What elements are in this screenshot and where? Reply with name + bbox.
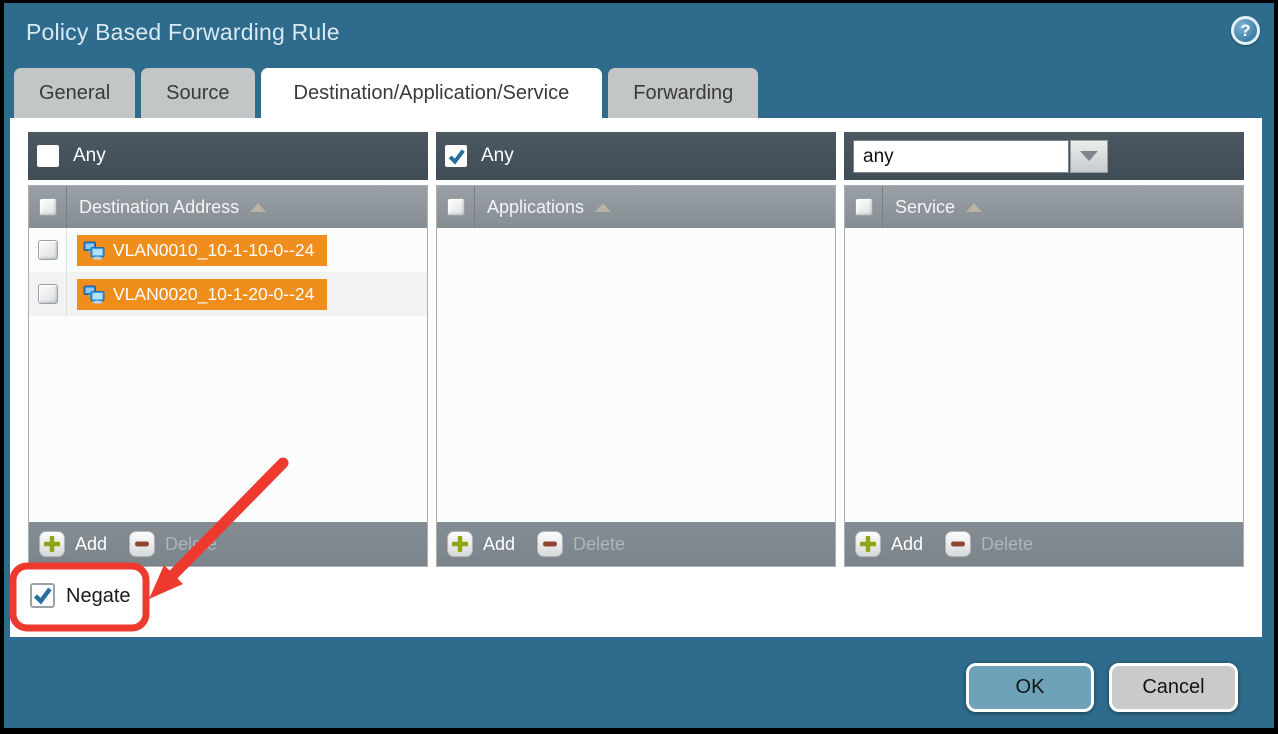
add-button[interactable] [447, 531, 473, 557]
plus-icon [452, 536, 468, 552]
chevron-down-icon [1080, 151, 1098, 161]
sort-ascending-icon [250, 203, 266, 212]
destination-address-panel: Any Destination Address [28, 132, 428, 567]
destination-column-header[interactable]: Destination Address [29, 186, 427, 228]
ok-button[interactable]: OK [966, 663, 1094, 712]
sort-ascending-icon [966, 203, 982, 212]
service-column-label: Service [895, 197, 955, 218]
minus-icon [950, 541, 966, 547]
row-checkbox-cell [29, 272, 67, 316]
sort-ascending-icon [595, 203, 611, 212]
applications-any-checkbox[interactable] [445, 145, 467, 167]
applications-list [437, 228, 835, 522]
cancel-button[interactable]: Cancel [1109, 663, 1238, 712]
delete-button[interactable] [945, 531, 971, 557]
service-table: Service Add Delete [844, 185, 1244, 567]
destination-table: Destination Address VLAN0010 [28, 185, 428, 567]
destination-any-bar: Any [28, 132, 428, 180]
address-object-chip[interactable]: VLAN0020_10-1-20-0--24 [77, 279, 327, 310]
destination-header-checkbox-cell [29, 186, 67, 228]
address-object-chip[interactable]: VLAN0010_10-1-10-0--24 [77, 235, 327, 266]
table-row: VLAN0010_10-1-10-0--24 [29, 228, 427, 272]
service-dropdown-bar: any [844, 132, 1244, 180]
applications-column-label: Applications [487, 197, 584, 218]
service-panel: any Service Add [844, 132, 1244, 567]
applications-header-checkbox-cell [437, 186, 475, 228]
network-address-icon [83, 241, 105, 260]
help-icon[interactable]: ? [1231, 16, 1260, 45]
service-dropdown-value[interactable]: any [853, 140, 1069, 173]
network-address-icon [83, 285, 105, 304]
negate-label: Negate [66, 585, 131, 608]
service-dropdown-button[interactable] [1070, 140, 1108, 173]
tab-general[interactable]: General [14, 68, 135, 118]
tab-bar: General Source Destination/Application/S… [14, 68, 758, 118]
address-object-label: VLAN0020_10-1-20-0--24 [113, 284, 314, 305]
service-list [845, 228, 1243, 522]
applications-select-all-checkbox[interactable] [447, 198, 465, 216]
service-dropdown: any [853, 140, 1108, 173]
tab-forwarding[interactable]: Forwarding [608, 68, 758, 118]
add-button[interactable] [39, 531, 65, 557]
row-checkbox-cell [29, 228, 67, 272]
table-row: VLAN0020_10-1-20-0--24 [29, 272, 427, 316]
applications-panel: Any Applications Add Delete [436, 132, 836, 567]
plus-icon [860, 536, 876, 552]
check-icon [32, 585, 53, 606]
applications-any-bar: Any [436, 132, 836, 180]
destination-list: VLAN0010_10-1-10-0--24 VLAN00 [29, 228, 427, 522]
applications-any-label: Any [481, 145, 514, 167]
delete-label[interactable]: Delete [573, 534, 625, 555]
tab-destination-application-service[interactable]: Destination/Application/Service [261, 68, 603, 118]
applications-footer-bar: Add Delete [437, 522, 835, 566]
plus-icon [44, 536, 60, 552]
check-icon [447, 147, 466, 166]
destination-select-all-checkbox[interactable] [39, 198, 57, 216]
destination-column-label: Destination Address [79, 197, 239, 218]
tab-source[interactable]: Source [141, 68, 254, 118]
destination-any-checkbox[interactable] [37, 145, 59, 167]
minus-icon [542, 541, 558, 547]
add-button[interactable] [855, 531, 881, 557]
add-label[interactable]: Add [891, 534, 923, 555]
service-column-header[interactable]: Service [845, 186, 1243, 228]
destination-any-label: Any [73, 145, 106, 167]
delete-button[interactable] [129, 531, 155, 557]
applications-column-header[interactable]: Applications [437, 186, 835, 228]
add-label[interactable]: Add [75, 534, 107, 555]
negate-checkbox[interactable] [30, 583, 55, 608]
delete-button[interactable] [537, 531, 563, 557]
destination-footer-bar: Add Delete [29, 522, 427, 566]
delete-label[interactable]: Delete [165, 534, 217, 555]
delete-label[interactable]: Delete [981, 534, 1033, 555]
dialog-title: Policy Based Forwarding Rule [26, 19, 340, 46]
row-checkbox[interactable] [38, 284, 58, 304]
address-object-label: VLAN0010_10-1-10-0--24 [113, 240, 314, 261]
service-header-checkbox-cell [845, 186, 883, 228]
minus-icon [134, 541, 150, 547]
row-checkbox[interactable] [38, 240, 58, 260]
service-select-all-checkbox[interactable] [855, 198, 873, 216]
service-footer-bar: Add Delete [845, 522, 1243, 566]
applications-table: Applications Add Delete [436, 185, 836, 567]
add-label[interactable]: Add [483, 534, 515, 555]
